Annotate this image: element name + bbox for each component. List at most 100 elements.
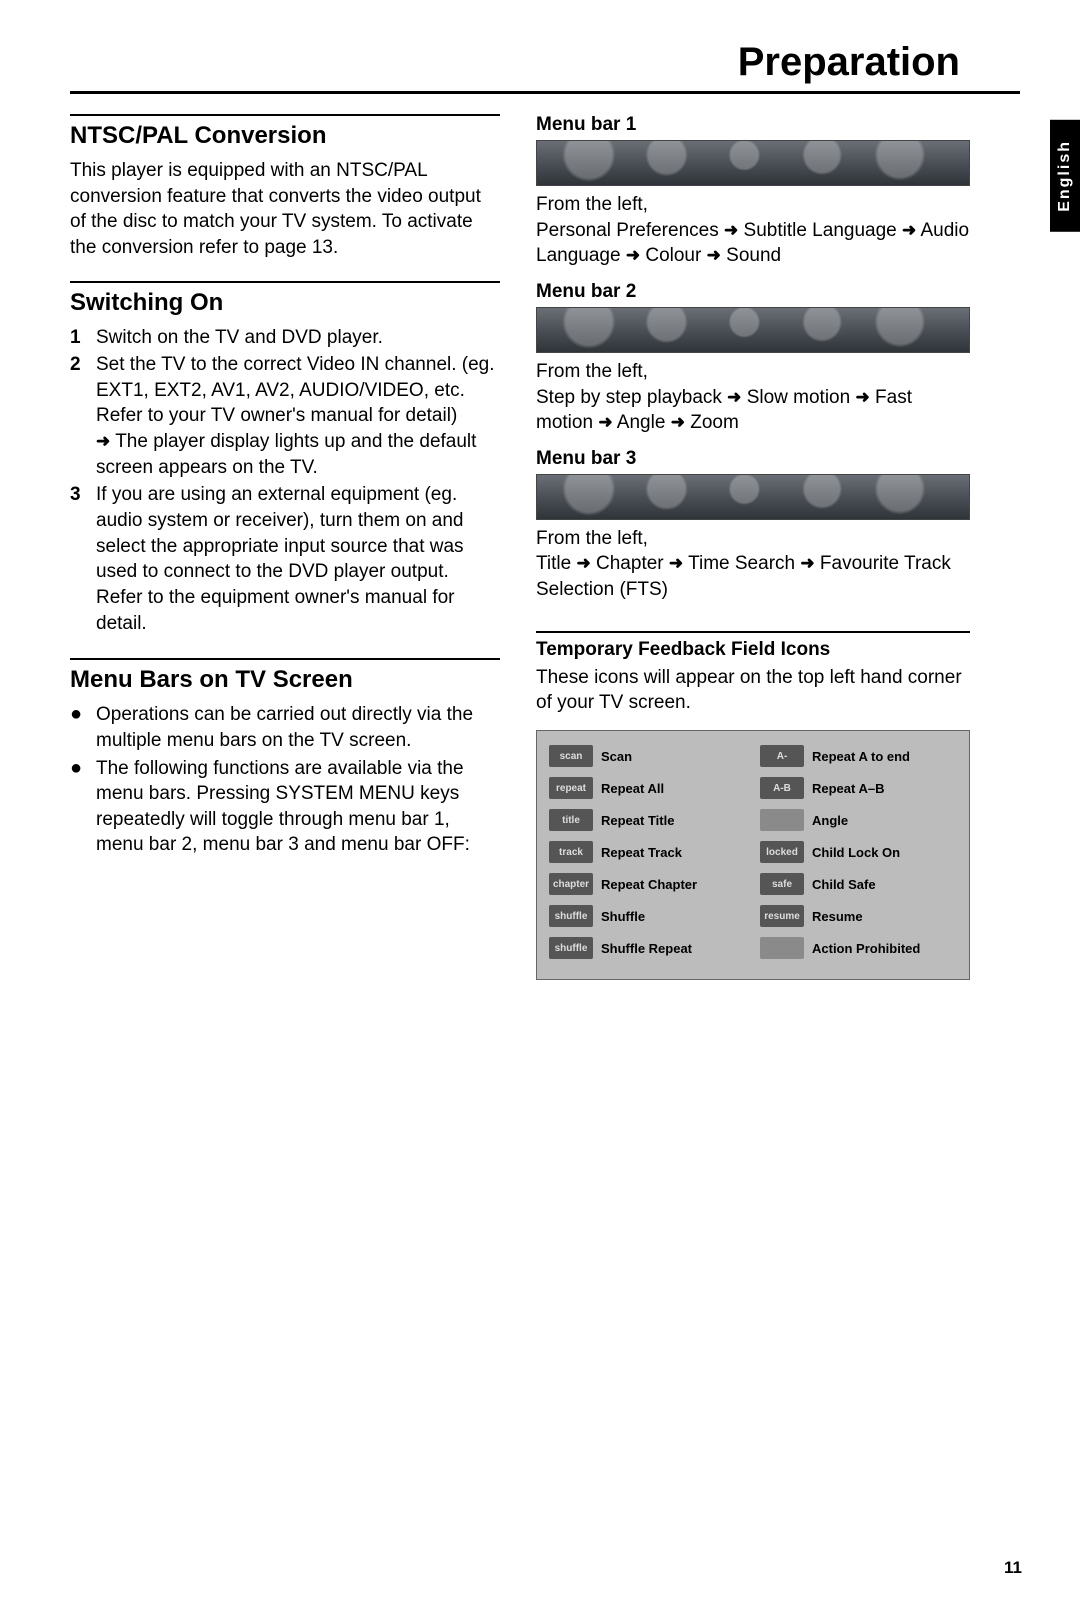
step-text: If you are using an external equipment (… — [96, 482, 500, 636]
feedback-icon: A- — [760, 745, 804, 767]
seq-item: Slow motion — [747, 387, 851, 408]
feedback-icon: scan — [549, 745, 593, 767]
arrow-icon: ➜ — [707, 246, 721, 265]
seq-item: Personal Preferences — [536, 220, 719, 241]
arrow-icon: ➜ — [576, 554, 590, 573]
icon-row: shuffle Shuffle Repeat Action Prohibited — [549, 937, 957, 959]
seq-item: Zoom — [690, 412, 739, 433]
icon-label: Repeat Track — [601, 845, 682, 860]
arrow-icon: ➜ — [902, 220, 916, 239]
feedback-icon: safe — [760, 873, 804, 895]
icon-cell: Angle — [760, 809, 957, 831]
heading-ntsc-pal: NTSC/PAL Conversion — [70, 122, 500, 150]
menubar-3-image — [536, 474, 970, 520]
step-number: 3 — [70, 482, 96, 636]
menubar-3-sequence: From the left, Title ➜ Chapter ➜ Time Se… — [536, 526, 970, 603]
feedback-icon: locked — [760, 841, 804, 863]
icon-cell: repeat Repeat All — [549, 777, 746, 799]
seq-item: Angle — [617, 412, 666, 433]
bullet-icon: ● — [70, 702, 96, 753]
icon-row: chapterRepeat Chapter safe Child Safe — [549, 873, 957, 895]
lead-text: From the left, — [536, 528, 648, 549]
icon-cell: title Repeat Title — [549, 809, 746, 831]
feedback-icon: repeat — [549, 777, 593, 799]
icon-label: Shuffle — [601, 909, 645, 924]
arrow-icon: ➜ — [626, 246, 640, 265]
icon-row: title Repeat Title Angle — [549, 809, 957, 831]
menubar-2-sequence: From the left, Step by step playback ➜ S… — [536, 359, 970, 436]
arrow-icon: ➜ — [855, 387, 869, 406]
icon-row: scan Scan A- Repeat A to end — [549, 745, 957, 767]
language-tab: English — [1050, 120, 1080, 232]
icon-label: Shuffle Repeat — [601, 941, 692, 956]
icon-label: Action Prohibited — [812, 941, 920, 956]
switching-on-list: 1 Switch on the TV and DVD player. 2 Set… — [70, 325, 500, 637]
seq-item: Chapter — [596, 553, 664, 574]
arrow-icon: ➜ — [96, 432, 110, 451]
icon-label: Repeat Chapter — [601, 877, 697, 892]
seq-item: Sound — [726, 245, 781, 266]
bullet-icon: ● — [70, 756, 96, 859]
lead-text: From the left, — [536, 194, 648, 215]
icon-cell: scan Scan — [549, 745, 746, 767]
menubar-1-image — [536, 140, 970, 186]
step-number: 2 — [70, 352, 96, 480]
icon-cell: safe Child Safe — [760, 873, 957, 895]
feedback-icon: A-B — [760, 777, 804, 799]
step-text: Switch on the TV and DVD player. — [96, 325, 500, 351]
arrow-icon: ➜ — [724, 220, 738, 239]
arrow-icon: ➜ — [800, 554, 814, 573]
feedback-icon: title — [549, 809, 593, 831]
body-ntsc-pal: This player is equipped with an NTSC/PAL… — [70, 158, 500, 261]
step-number: 1 — [70, 325, 96, 351]
seq-item: Step by step playback — [536, 387, 722, 408]
bullet-text: The following functions are available vi… — [96, 756, 500, 859]
icon-label: Repeat A to end — [812, 749, 910, 764]
page-number: 11 — [1004, 1558, 1022, 1578]
step-text-b: The player display lights up and the def… — [96, 431, 476, 478]
feedback-icon: track — [549, 841, 593, 863]
page-title: Preparation — [70, 40, 1020, 85]
arrow-icon: ➜ — [669, 554, 683, 573]
feedback-icon-table: scan Scan A- Repeat A to end repeat Repeat Al… — [536, 730, 970, 980]
arrow-icon: ➜ — [727, 387, 741, 406]
menubar-2-image — [536, 307, 970, 353]
heading-switching-on: Switching On — [70, 289, 500, 317]
feedback-icon: resume — [760, 905, 804, 927]
seq-item: Time Search — [688, 553, 795, 574]
icon-label: Scan — [601, 749, 632, 764]
icon-label: Repeat All — [601, 781, 664, 796]
section-rule — [70, 114, 500, 116]
heading-menu-bars: Menu Bars on TV Screen — [70, 666, 500, 694]
bullet-text: Operations can be carried out directly v… — [96, 702, 500, 753]
icon-cell: A-B Repeat A–B — [760, 777, 957, 799]
feedback-body: These icons will appear on the top left … — [536, 665, 970, 716]
seq-item: Title — [536, 553, 571, 574]
arrow-icon: ➜ — [671, 413, 685, 432]
icon-cell: A- Repeat A to end — [760, 745, 957, 767]
section-rule — [70, 281, 500, 283]
feedback-icon: shuffle — [549, 937, 593, 959]
icon-cell: chapterRepeat Chapter — [549, 873, 746, 895]
icon-row: shuffleShuffle resumeResume — [549, 905, 957, 927]
icon-cell: shuffle Shuffle Repeat — [549, 937, 746, 959]
icon-label: Repeat Title — [601, 813, 674, 828]
step-text: Set the TV to the correct Video IN chann… — [96, 352, 500, 480]
icon-label: Child Safe — [812, 877, 876, 892]
menu-bars-bullets: ● Operations can be carried out directly… — [70, 702, 500, 858]
heading-menubar-1: Menu bar 1 — [536, 114, 970, 136]
heading-feedback-icons: Temporary Feedback Field Icons — [536, 639, 970, 661]
heading-menubar-2: Menu bar 2 — [536, 281, 970, 303]
icon-cell: locked Child Lock On — [760, 841, 957, 863]
section-rule — [536, 631, 970, 633]
step-text-a: Set the TV to the correct Video IN chann… — [96, 354, 495, 426]
feedback-icon — [760, 937, 804, 959]
icon-label: Child Lock On — [812, 845, 900, 860]
icon-label: Angle — [812, 813, 848, 828]
icon-cell: shuffleShuffle — [549, 905, 746, 927]
icon-row: repeat Repeat All A-B Repeat A–B — [549, 777, 957, 799]
icon-cell: resumeResume — [760, 905, 957, 927]
icon-label: Repeat A–B — [812, 781, 884, 796]
title-rule — [70, 91, 1020, 94]
icon-cell: track Repeat Track — [549, 841, 746, 863]
